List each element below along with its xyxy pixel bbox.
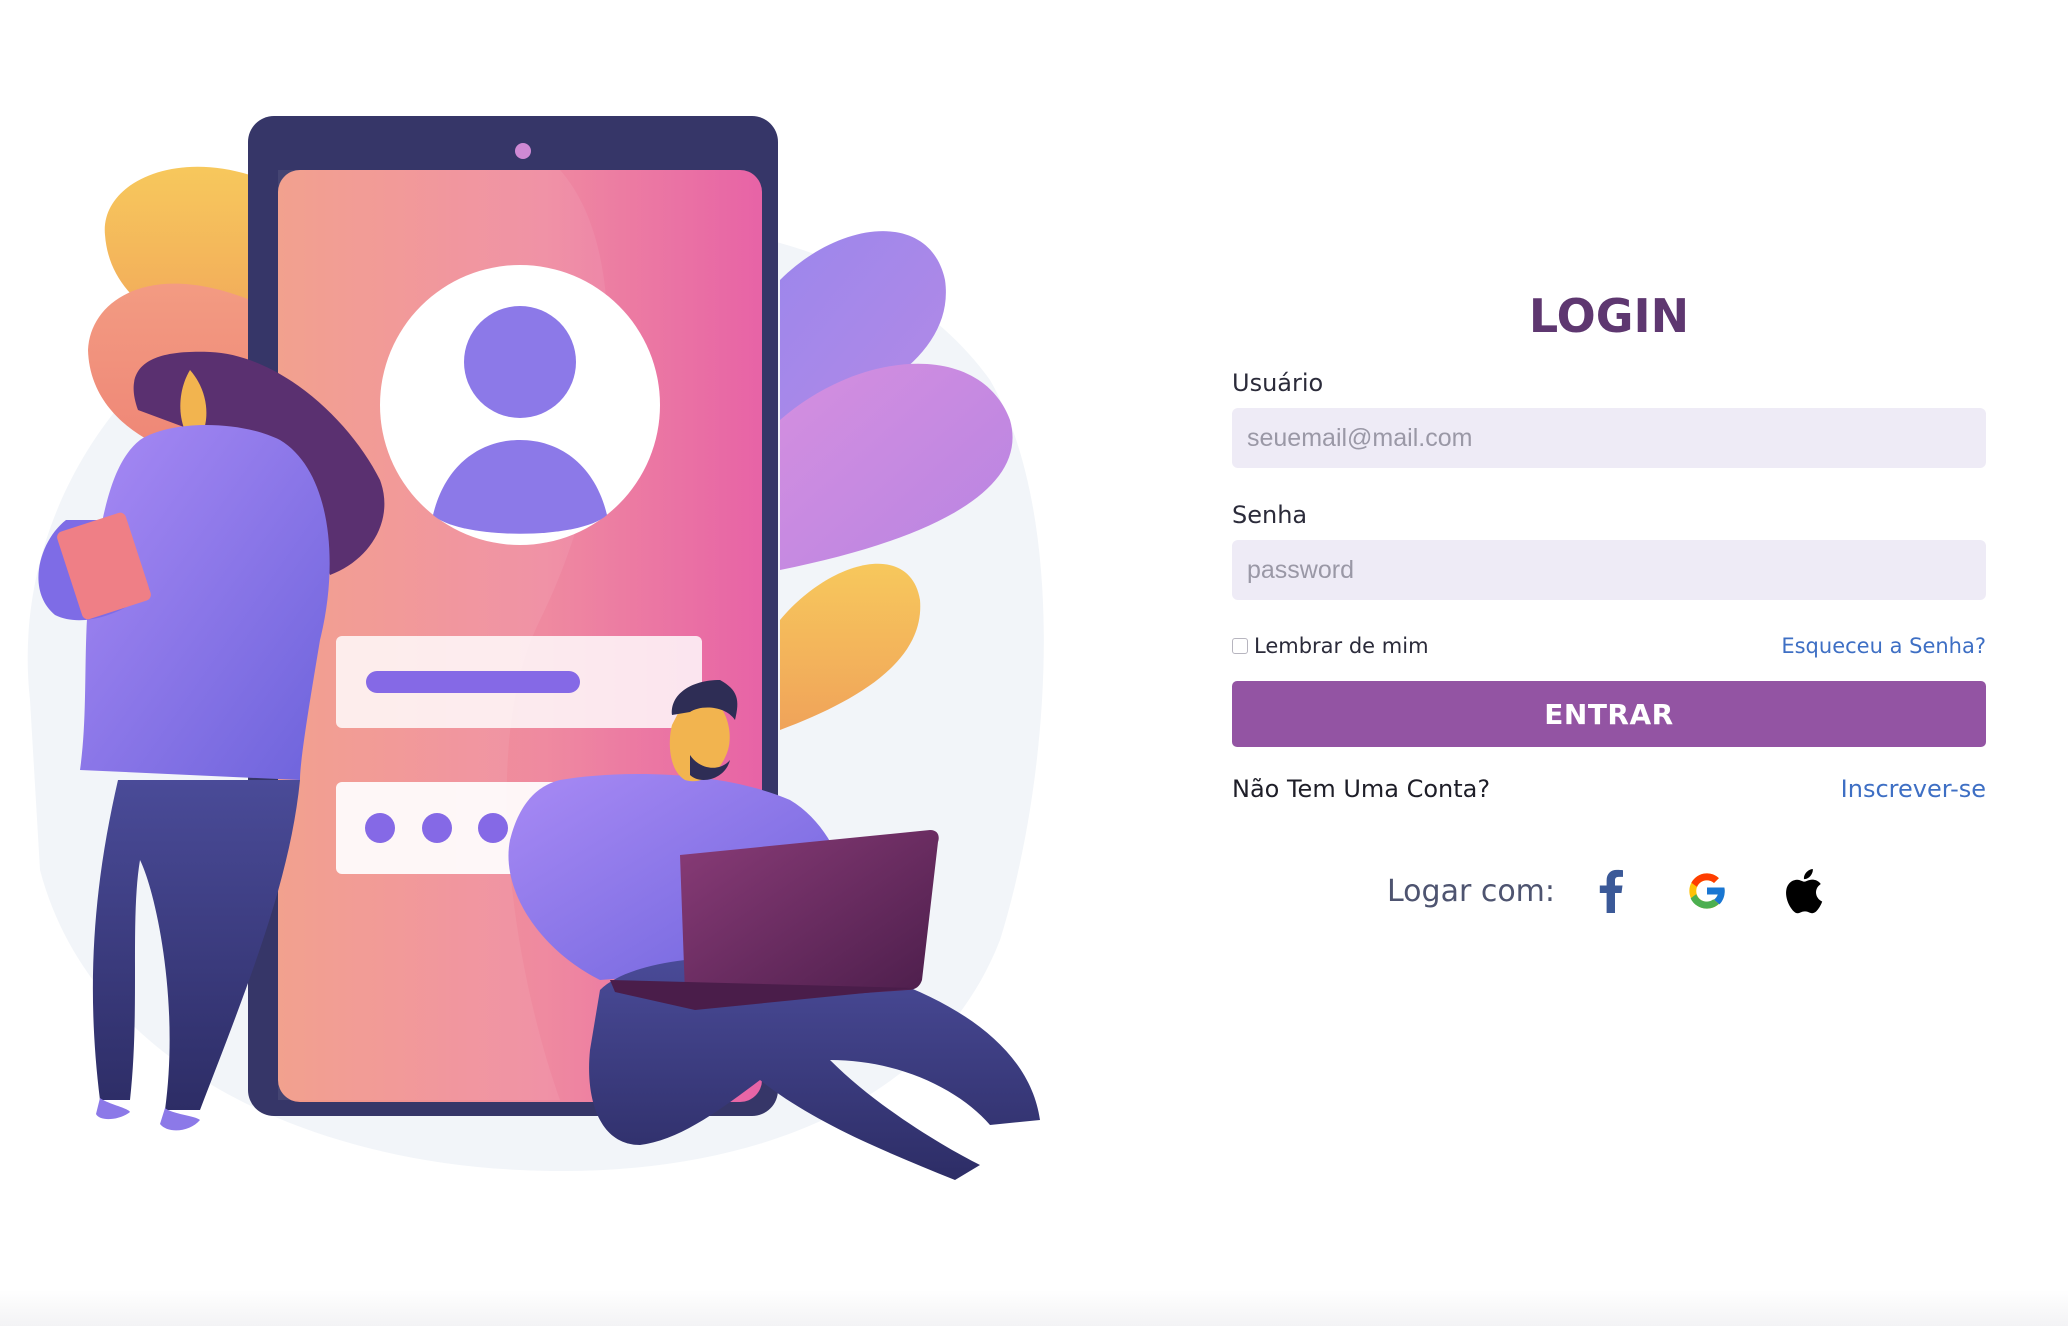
password-label: Senha xyxy=(1232,501,1308,529)
social-login-label: Logar com: xyxy=(1386,873,1556,909)
remember-checkbox[interactable] xyxy=(1232,638,1248,654)
username-input[interactable] xyxy=(1232,408,1986,468)
login-title: LOGIN xyxy=(1528,289,1690,343)
submit-button[interactable]: ENTRAR xyxy=(1232,681,1986,747)
no-account-text: Não Tem Uma Conta? xyxy=(1232,775,1491,803)
password-input[interactable] xyxy=(1232,540,1986,600)
social-login-row: Logar com: xyxy=(1232,861,1986,921)
signup-link[interactable]: Inscrever-se xyxy=(1841,775,1986,803)
apple-icon[interactable] xyxy=(1775,863,1831,919)
remember-me[interactable]: Lembrar de mim xyxy=(1232,634,1429,658)
page-bottom-shade xyxy=(0,1290,2068,1326)
facebook-icon[interactable] xyxy=(1583,863,1639,919)
options-row: Lembrar de mim Esqueceu a Senha? xyxy=(1232,628,1986,664)
remember-label: Lembrar de mim xyxy=(1254,634,1429,658)
forgot-password-link[interactable]: Esqueceu a Senha? xyxy=(1781,634,1986,658)
username-label: Usuário xyxy=(1232,369,1324,397)
login-illustration xyxy=(0,0,1060,1200)
login-form: LOGIN Usuário Senha Lembrar de mim Esque… xyxy=(1232,280,1986,921)
signup-row: Não Tem Uma Conta? Inscrever-se xyxy=(1232,769,1986,809)
google-icon[interactable] xyxy=(1679,863,1735,919)
